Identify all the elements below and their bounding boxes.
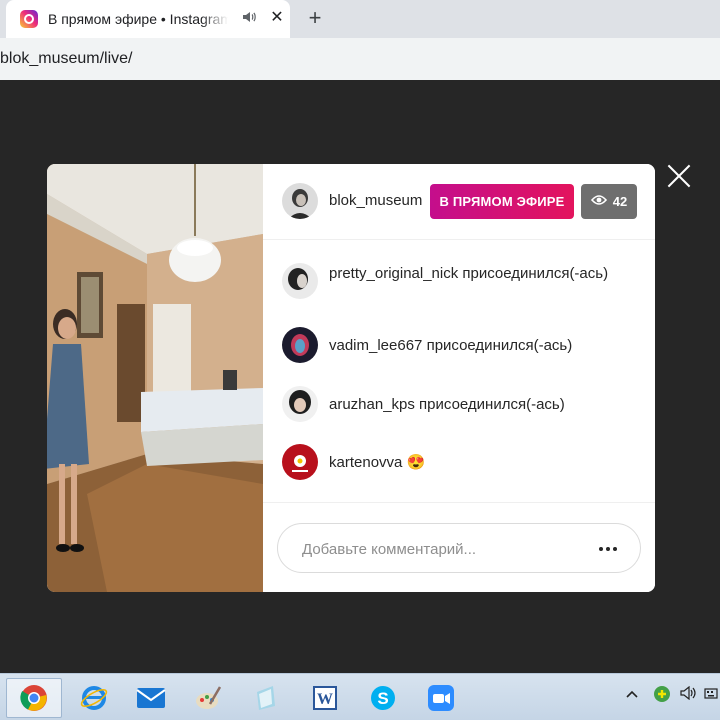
- video-frame-image: [47, 164, 263, 592]
- comment-text: aruzhan_kps присоединился(-ась): [329, 396, 565, 413]
- svg-text:S: S: [377, 689, 388, 708]
- avatar[interactable]: [282, 327, 318, 363]
- notepad-icon[interactable]: [238, 678, 294, 718]
- close-tab-button[interactable]: ✕: [268, 8, 286, 26]
- comment-box: [277, 523, 641, 573]
- paint-icon[interactable]: [180, 678, 236, 718]
- url-text: blok_museum/live/: [0, 50, 133, 67]
- browser-tab[interactable]: В прямом эфире • Instagram ✕: [6, 0, 290, 38]
- comment-text: kartenovva 😍: [329, 454, 426, 471]
- eye-icon: [590, 194, 607, 209]
- comment-input[interactable]: [302, 538, 582, 560]
- username[interactable]: blok_museum: [329, 192, 433, 209]
- svg-text:W: W: [317, 691, 333, 708]
- comment-text: pretty_original_nick присоединился(-ась): [329, 265, 609, 282]
- close-icon[interactable]: [666, 163, 692, 189]
- url-field[interactable]: blok_museum/live/: [0, 38, 720, 80]
- live-panel: blok_museum В ПРЯМОМ ЭФИРЕ 42 pretty_ori…: [263, 164, 655, 592]
- live-modal: blok_museum В ПРЯМОМ ЭФИРЕ 42 pretty_ori…: [47, 164, 655, 592]
- live-video[interactable]: [47, 164, 263, 592]
- keyboard-icon[interactable]: [704, 686, 718, 704]
- comment-footer: [263, 502, 655, 592]
- live-header: blok_museum В ПРЯМОМ ЭФИРЕ 42: [263, 164, 655, 240]
- network-icon[interactable]: [652, 684, 672, 708]
- word-icon[interactable]: W: [297, 678, 353, 718]
- speaker-icon[interactable]: [242, 11, 256, 26]
- taskbar: W S: [0, 673, 720, 720]
- new-tab-button[interactable]: +: [303, 6, 327, 30]
- instagram-icon: [20, 10, 38, 28]
- live-badge: В ПРЯМОМ ЭФИРЕ: [430, 184, 574, 219]
- avatar[interactable]: [282, 263, 318, 299]
- comment-text: vadim_lee667 присоединился(-ась): [329, 337, 573, 354]
- avatar[interactable]: [282, 183, 318, 219]
- zoom-icon[interactable]: [413, 678, 469, 718]
- chrome-icon[interactable]: [6, 678, 62, 718]
- viewer-count: 42: [612, 194, 628, 209]
- internet-explorer-icon[interactable]: [66, 678, 122, 718]
- viewer-count-badge[interactable]: 42: [581, 184, 637, 219]
- tab-strip: В прямом эфире • Instagram ✕ +: [0, 0, 720, 38]
- volume-icon[interactable]: [680, 685, 698, 704]
- chevron-up-icon[interactable]: [626, 686, 638, 703]
- more-dots-icon[interactable]: [596, 538, 620, 560]
- avatar[interactable]: [282, 444, 318, 480]
- tab-title: В прямом эфире • Instagram: [48, 11, 228, 27]
- skype-icon[interactable]: S: [355, 678, 411, 718]
- mail-icon[interactable]: [123, 678, 179, 718]
- avatar[interactable]: [282, 386, 318, 422]
- address-bar: blok_museum/live/: [0, 38, 720, 80]
